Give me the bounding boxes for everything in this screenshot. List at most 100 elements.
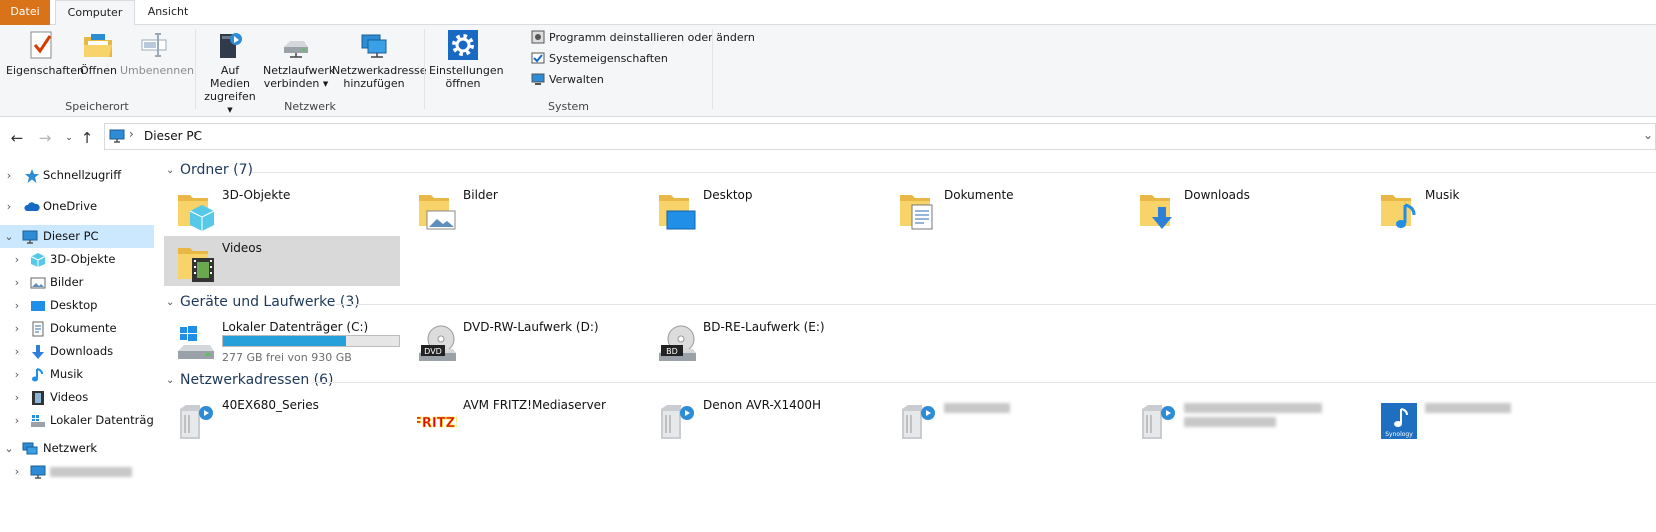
address-history-chevron-icon[interactable]: ⌄ bbox=[1643, 128, 1653, 142]
sidebar-item-videos[interactable]: › Videos bbox=[0, 386, 154, 409]
drive-usage-bar bbox=[222, 335, 400, 347]
sidebar-item-quick-access[interactable]: › Schnellzugriff bbox=[0, 164, 154, 187]
group-separator bbox=[195, 29, 196, 109]
sidebar-item-documents[interactable]: › Dokumente bbox=[0, 317, 154, 340]
folder-videos[interactable]: Videos bbox=[164, 236, 400, 286]
group-collapse-chevron-icon[interactable]: ⌄ bbox=[166, 297, 174, 308]
redacted-computer-name bbox=[50, 467, 132, 477]
sidebar-item-label: Netzwerk bbox=[43, 441, 98, 455]
tab-datei[interactable]: Datei bbox=[0, 0, 50, 25]
sidebar-item-pictures[interactable]: › Bilder bbox=[0, 271, 154, 294]
rename-button[interactable]: Umbenennen bbox=[120, 29, 194, 77]
sidebar-item-music[interactable]: › Musik bbox=[0, 363, 154, 386]
tab-ansicht[interactable]: Ansicht bbox=[140, 0, 196, 25]
navigation-pane: › Schnellzugriff › OneDrive ⌄ Dieser PC … bbox=[0, 157, 156, 532]
expand-chevron-icon[interactable]: › bbox=[12, 386, 22, 409]
group-header-network-locations[interactable]: ⌄ Netzwerkadressen (6) bbox=[160, 371, 1656, 393]
properties-button[interactable]: Eigenschaften bbox=[6, 29, 84, 77]
drive-e[interactable]: BD BD-RE-Laufwerk (E:) bbox=[645, 315, 881, 365]
folder-name: 3D-Objekte bbox=[222, 188, 291, 202]
properties-icon bbox=[30, 31, 52, 59]
back-arrow-icon[interactable]: ← bbox=[8, 129, 26, 147]
sidebar-item-downloads[interactable]: › Downloads bbox=[0, 340, 154, 363]
folder-downloads[interactable]: Downloads bbox=[1126, 183, 1362, 233]
system-properties-icon bbox=[531, 52, 545, 64]
expand-chevron-icon[interactable]: › bbox=[12, 363, 22, 386]
up-arrow-icon[interactable]: ↑ bbox=[78, 129, 96, 147]
folder-documents[interactable]: Dokumente bbox=[886, 183, 1122, 233]
programs-icon bbox=[531, 30, 545, 44]
expand-chevron-icon[interactable]: › bbox=[4, 164, 14, 187]
system-properties-button[interactable]: Systemeigenschaften bbox=[531, 49, 668, 68]
drive-d[interactable]: DVD DVD-RW-Laufwerk (D:) bbox=[405, 315, 641, 365]
group-collapse-chevron-icon[interactable]: ⌄ bbox=[166, 375, 174, 386]
system-properties-label: Systemeigenschaften bbox=[549, 52, 668, 65]
expand-chevron-icon[interactable]: › bbox=[12, 409, 22, 432]
expand-chevron-icon[interactable]: › bbox=[12, 271, 22, 294]
music-icon bbox=[32, 368, 43, 382]
sidebar-item-3d-objects[interactable]: › 3D-Objekte bbox=[0, 248, 154, 271]
netdrive-line1: Netzlaufwerk bbox=[263, 64, 336, 77]
expand-chevron-icon[interactable]: › bbox=[12, 340, 22, 363]
folder-3d-objects-icon bbox=[178, 195, 215, 231]
desktop-icon bbox=[31, 301, 45, 311]
group-title: Geräte und Laufwerke (3) bbox=[180, 294, 360, 310]
sidebar-item-network-computer[interactable]: › bbox=[0, 460, 154, 483]
map-network-drive-button[interactable]: Netzlaufwerk verbinden ▼ bbox=[263, 29, 335, 91]
network-location-name: AVM FRITZ!Mediaserver bbox=[463, 398, 606, 412]
collapse-chevron-icon[interactable]: ⌄ bbox=[4, 437, 14, 460]
network-location-redacted-1[interactable] bbox=[886, 393, 1122, 443]
content-pane: ⌄ Ordner (7) 3D-Objekte Bilder Desktop D… bbox=[160, 157, 1656, 532]
breadcrumb-dieser-pc[interactable]: Dieser PC bbox=[144, 129, 202, 143]
sidebar-item-local-disk[interactable]: › Lokaler Datenträger bbox=[0, 409, 154, 432]
network-location-synology[interactable]: Synology bbox=[1367, 393, 1603, 443]
network-location-fritz[interactable]: FRITZ! AVM FRITZ!Mediaserver bbox=[405, 393, 641, 443]
tab-computer[interactable]: Computer bbox=[55, 0, 135, 26]
sidebar-item-onedrive[interactable]: › OneDrive bbox=[0, 195, 154, 218]
open-button[interactable]: Öffnen bbox=[80, 29, 117, 77]
star-icon bbox=[25, 169, 39, 183]
address-bar[interactable]: › › ⌄ bbox=[104, 123, 1656, 150]
media-line1: Auf Medien bbox=[209, 64, 251, 90]
add-network-location-button[interactable]: Netzwerkadresse hinzufügen bbox=[332, 29, 427, 90]
drive-c[interactable]: Lokaler Datenträger (C:) 277 GB frei von… bbox=[164, 315, 400, 365]
redacted-location-name bbox=[1184, 403, 1322, 413]
group-header-folders[interactable]: ⌄ Ordner (7) bbox=[160, 161, 1656, 183]
sidebar-item-network[interactable]: ⌄ Netzwerk bbox=[0, 437, 154, 460]
network-location-tv[interactable]: 40EX680_Series bbox=[164, 393, 400, 443]
expand-chevron-icon[interactable]: › bbox=[12, 248, 22, 271]
sidebar-item-label: Lokaler Datenträger bbox=[50, 413, 154, 427]
folder-pictures[interactable]: Bilder bbox=[405, 183, 641, 233]
uninstall-program-button[interactable]: Programm deinstallieren oder ändern bbox=[531, 28, 755, 47]
group-collapse-chevron-icon[interactable]: ⌄ bbox=[166, 165, 174, 176]
redacted-location-name bbox=[1184, 417, 1276, 427]
settings-line2: öffnen bbox=[445, 77, 481, 90]
sidebar-item-desktop[interactable]: › Desktop bbox=[0, 294, 154, 317]
manage-button[interactable]: Verwalten bbox=[531, 70, 604, 89]
drive-name: Lokaler Datenträger (C:) bbox=[222, 320, 369, 334]
folder-music[interactable]: Musik bbox=[1367, 183, 1603, 233]
group-separator bbox=[712, 29, 713, 109]
chevron-down-icon: ▼ bbox=[322, 80, 329, 88]
sidebar-item-label: Schnellzugriff bbox=[43, 168, 122, 182]
sidebar-item-label: Dieser PC bbox=[43, 229, 99, 243]
expand-chevron-icon[interactable]: › bbox=[12, 317, 22, 340]
media-device-icon bbox=[1142, 405, 1175, 439]
pictures-icon bbox=[30, 277, 46, 289]
forward-arrow-icon[interactable]: → bbox=[36, 129, 54, 147]
expand-chevron-icon[interactable]: › bbox=[4, 195, 14, 218]
folder-3d-objects[interactable]: 3D-Objekte bbox=[164, 183, 400, 233]
network-location-redacted-2[interactable] bbox=[1126, 393, 1362, 443]
expand-chevron-icon[interactable]: › bbox=[12, 294, 22, 317]
collapse-chevron-icon[interactable]: ⌄ bbox=[4, 225, 14, 248]
recent-locations-chevron-icon[interactable]: ⌄ bbox=[60, 129, 78, 147]
computer-icon bbox=[30, 465, 46, 479]
folder-desktop[interactable]: Desktop bbox=[645, 183, 881, 233]
network-location-denon[interactable]: Denon AVR-X1400H bbox=[645, 393, 881, 443]
expand-chevron-icon[interactable]: › bbox=[12, 460, 22, 483]
netdrive-line2: verbinden bbox=[263, 77, 320, 90]
group-divider bbox=[336, 304, 1656, 305]
open-settings-button[interactable]: Einstellungen öffnen bbox=[429, 29, 504, 90]
sidebar-item-this-pc[interactable]: ⌄ Dieser PC bbox=[0, 225, 154, 248]
group-header-devices[interactable]: ⌄ Geräte und Laufwerke (3) bbox=[160, 293, 1656, 315]
